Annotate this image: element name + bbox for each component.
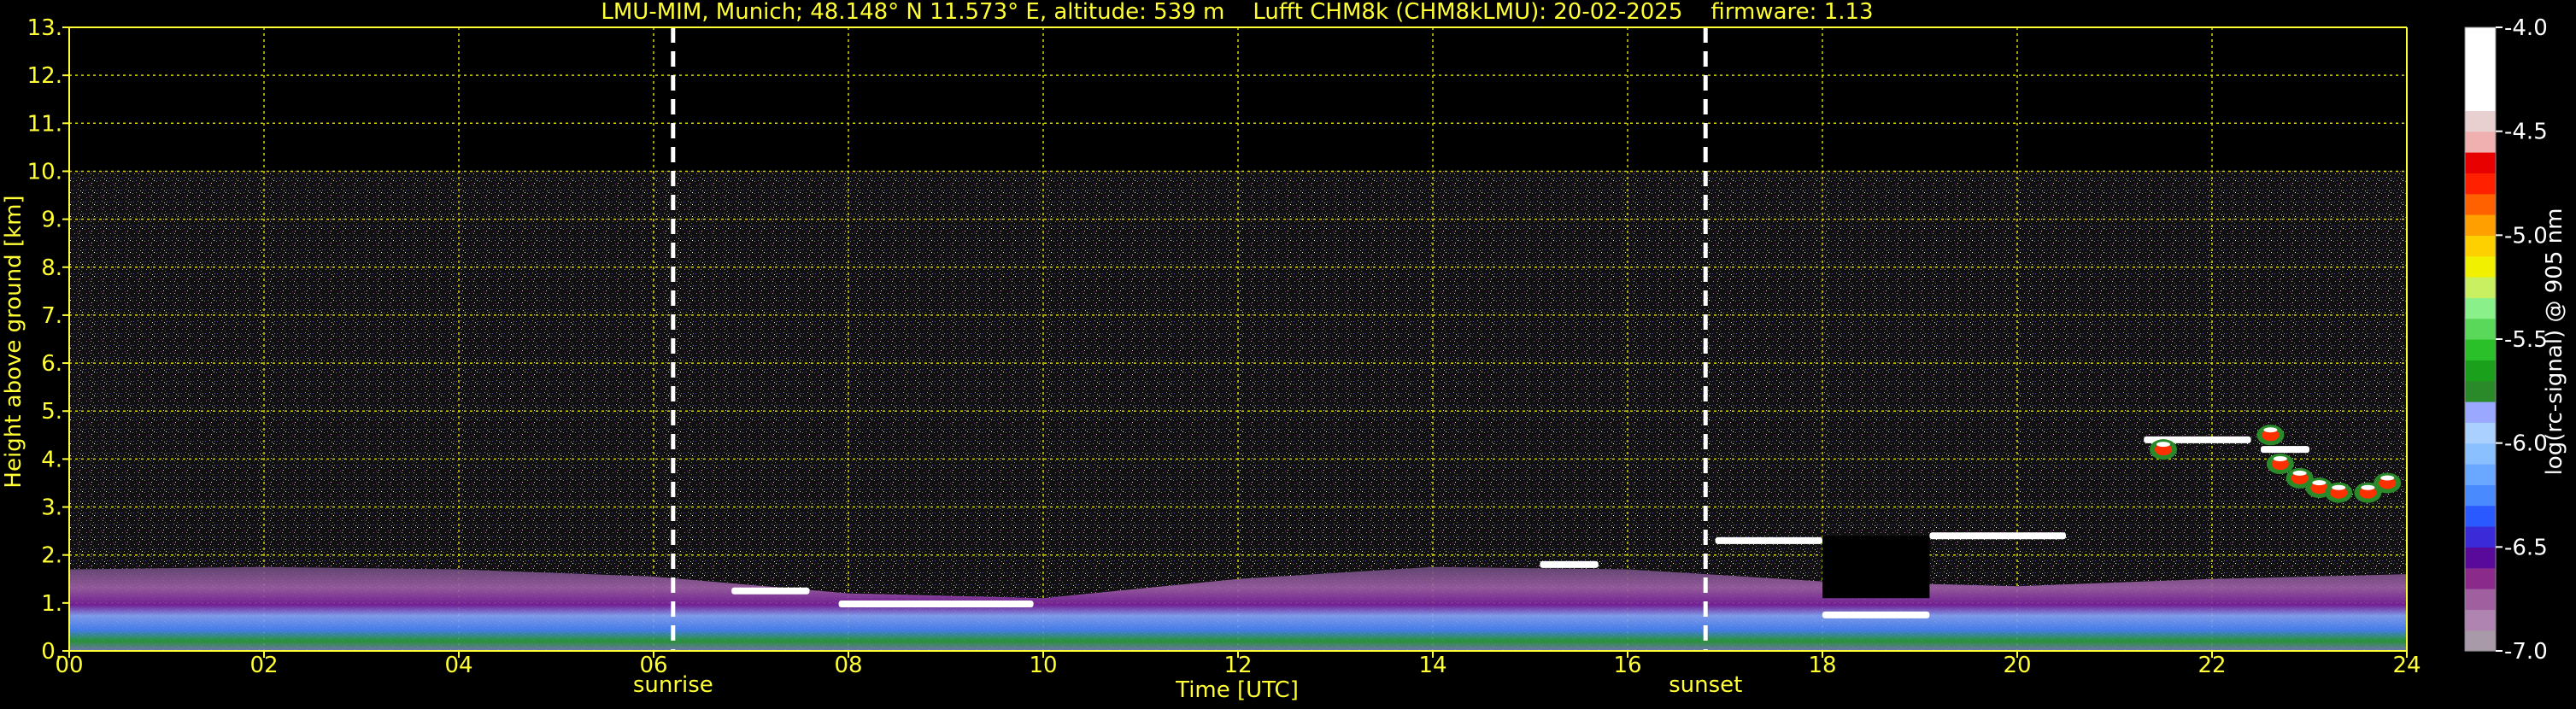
y-tick-label: 1. <box>41 591 62 617</box>
cloud-patch-top <box>2263 427 2278 433</box>
y-tick-label: 13. <box>27 15 62 41</box>
y-tick-label: 2. <box>41 543 62 569</box>
x-axis-label: Time [UTC] <box>1175 677 1299 703</box>
colorbar-segment <box>2465 152 2496 173</box>
y-tick-label: 7. <box>41 303 62 329</box>
colorbar-segment <box>2465 589 2496 610</box>
cloud-patch-top <box>2332 484 2346 490</box>
x-tick-label: 08 <box>834 653 862 678</box>
y-tick-label: 4. <box>41 447 62 472</box>
colorbar-segment <box>2465 484 2496 507</box>
cloud-layer <box>2261 446 2309 454</box>
y-tick-label: 11. <box>27 111 62 137</box>
x-tick-label: 14 <box>1418 653 1446 678</box>
y-tick-label: 3. <box>41 495 62 521</box>
colorbar-segment <box>2465 630 2496 652</box>
colorbar-segment <box>2465 547 2496 569</box>
colorbar-segment <box>2465 526 2496 548</box>
cloud-patch-top <box>2361 484 2375 490</box>
colorbar-segment <box>2465 339 2496 360</box>
cloud-layer <box>1822 611 1930 618</box>
x-tick-label: 18 <box>1808 653 1836 678</box>
ceilometer-chart: LMU-MIM, Munich; 48.148° N 11.573° E, al… <box>0 0 2576 706</box>
colorbar-segment <box>2465 90 2496 111</box>
colorbar-segment <box>2465 318 2496 340</box>
chart-svg: LMU-MIM, Munich; 48.148° N 11.573° E, al… <box>1 0 2567 703</box>
colorbar-segment <box>2465 567 2496 589</box>
cloud-layer <box>1715 536 1822 544</box>
colorbar-segment <box>2465 235 2496 257</box>
x-tick-label: 20 <box>2003 653 2031 678</box>
y-tick-label: 5. <box>41 399 62 425</box>
colorbar-segment <box>2465 48 2496 70</box>
colorbar-segment <box>2465 609 2496 631</box>
y-tick-label: 9. <box>41 208 62 233</box>
colorbar-segment <box>2465 360 2496 382</box>
colorbar-segment <box>2465 193 2496 215</box>
colorbar-segment <box>2465 110 2496 132</box>
x-tick-label: 10 <box>1029 653 1057 678</box>
cloud-layer <box>838 600 1034 607</box>
x-tick-label: 24 <box>2392 653 2421 678</box>
x-tick-label: 16 <box>1613 653 1641 678</box>
x-tick-label: 22 <box>2198 653 2226 678</box>
colorbar-segment <box>2465 131 2496 153</box>
cloud-patch-top <box>2380 475 2395 481</box>
y-axis-ticks: 0. 1. 2. 3. 4. 5. 6. 7. 8. 9. 10. 11. 12. 13. <box>27 15 69 665</box>
colorbar-segment <box>2465 68 2496 91</box>
colorbar-segment <box>2465 27 2496 49</box>
cloud-layer <box>1929 532 2066 540</box>
x-tick-label: 04 <box>444 653 472 678</box>
colorbar-label: log(rc-signal) @ 905 nm <box>2542 208 2567 476</box>
colorbar-tick-label: -4.5 <box>2504 120 2548 145</box>
colorbar-tick-label: -4.0 <box>2504 15 2548 41</box>
x-tick-label: 12 <box>1223 653 1252 678</box>
cloud-patch-top <box>2273 456 2287 461</box>
chart-title: LMU-MIM, Munich; 48.148° N 11.573° E, al… <box>601 0 1873 25</box>
colorbar-segment <box>2465 464 2496 485</box>
colorbar-tick-label: -7.0 <box>2504 639 2548 665</box>
x-axis-ticks: 00 02 04 06 08 10 12 14 16 18 20 22 24 <box>55 651 2421 678</box>
colorbar-segment <box>2465 422 2496 444</box>
colorbar-segment <box>2465 442 2496 465</box>
y-tick-label: 8. <box>41 255 62 281</box>
colorbar: -4.0-4.5-5.0-5.5-6.0-6.5-7.0 <box>2464 15 2548 665</box>
y-tick-label: 10. <box>27 159 62 185</box>
cloud-layer <box>731 587 810 595</box>
y-tick-label: 12. <box>27 63 62 89</box>
y-tick-label: 0. <box>41 639 62 665</box>
y-tick-label: 6. <box>41 351 62 377</box>
cloud-patch-top <box>2156 442 2170 448</box>
cloud-patch-top <box>2292 470 2307 476</box>
x-tick-label: 02 <box>249 653 278 678</box>
colorbar-segment <box>2465 214 2496 236</box>
cloud-patch-top <box>2312 480 2327 486</box>
no-signal-region <box>1822 536 1930 599</box>
cloud-layer <box>1540 560 1599 568</box>
colorbar-segment <box>2465 297 2496 319</box>
y-axis-label: Height above ground [km] <box>1 195 26 488</box>
colorbar-segment <box>2465 505 2496 527</box>
colorbar-segment <box>2465 173 2496 195</box>
colorbar-tick-label: -6.5 <box>2504 535 2548 560</box>
x-tick-label: 06 <box>639 653 667 678</box>
colorbar-segment <box>2465 277 2496 298</box>
colorbar-segment <box>2465 401 2496 423</box>
marker-label: sunset <box>1669 672 1742 698</box>
colorbar-segment <box>2465 255 2496 278</box>
colorbar-segment <box>2465 380 2496 402</box>
